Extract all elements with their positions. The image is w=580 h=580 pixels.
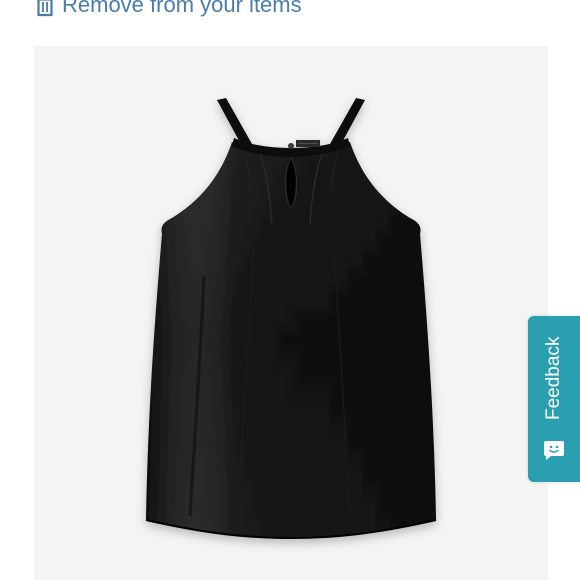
product-page: Remove from your items Feedback xyxy=(0,0,580,580)
product-image-panel xyxy=(34,46,548,580)
feedback-tab[interactable]: Feedback xyxy=(528,316,580,482)
product-image xyxy=(145,98,437,540)
feedback-label: Feedback xyxy=(543,336,564,420)
chat-bubble-icon xyxy=(544,441,564,460)
halter-top-garment xyxy=(145,98,437,540)
remove-from-items-link[interactable]: Remove from your items xyxy=(36,0,302,20)
trash-icon xyxy=(37,0,53,17)
remove-from-items-label: Remove from your items xyxy=(62,0,302,17)
